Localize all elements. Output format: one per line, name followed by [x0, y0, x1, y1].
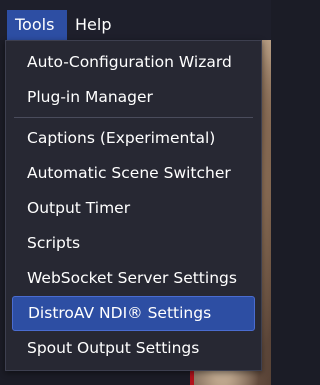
tools-dropdown-menu: Auto-Configuration Wizard Plug-in Manage… [5, 40, 262, 371]
menu-item-captions[interactable]: Captions (Experimental) [6, 121, 261, 156]
menu-item-output-timer[interactable]: Output Timer [6, 191, 261, 226]
menu-item-distroav-ndi-settings[interactable]: DistroAV NDI® Settings [12, 296, 255, 331]
menu-item-spout-output-settings[interactable]: Spout Output Settings [6, 331, 261, 366]
menu-help[interactable]: Help [75, 10, 125, 40]
menu-separator [14, 117, 253, 118]
menu-item-automatic-scene-switcher[interactable]: Automatic Scene Switcher [6, 156, 261, 191]
menu-bar: Tools Help [0, 0, 271, 40]
menu-item-plugin-manager[interactable]: Plug-in Manager [6, 80, 261, 115]
menu-item-auto-configuration-wizard[interactable]: Auto-Configuration Wizard [6, 45, 261, 80]
menu-item-scripts[interactable]: Scripts [6, 226, 261, 261]
menu-tools[interactable]: Tools [7, 10, 67, 40]
menu-item-websocket-server-settings[interactable]: WebSocket Server Settings [6, 261, 261, 296]
